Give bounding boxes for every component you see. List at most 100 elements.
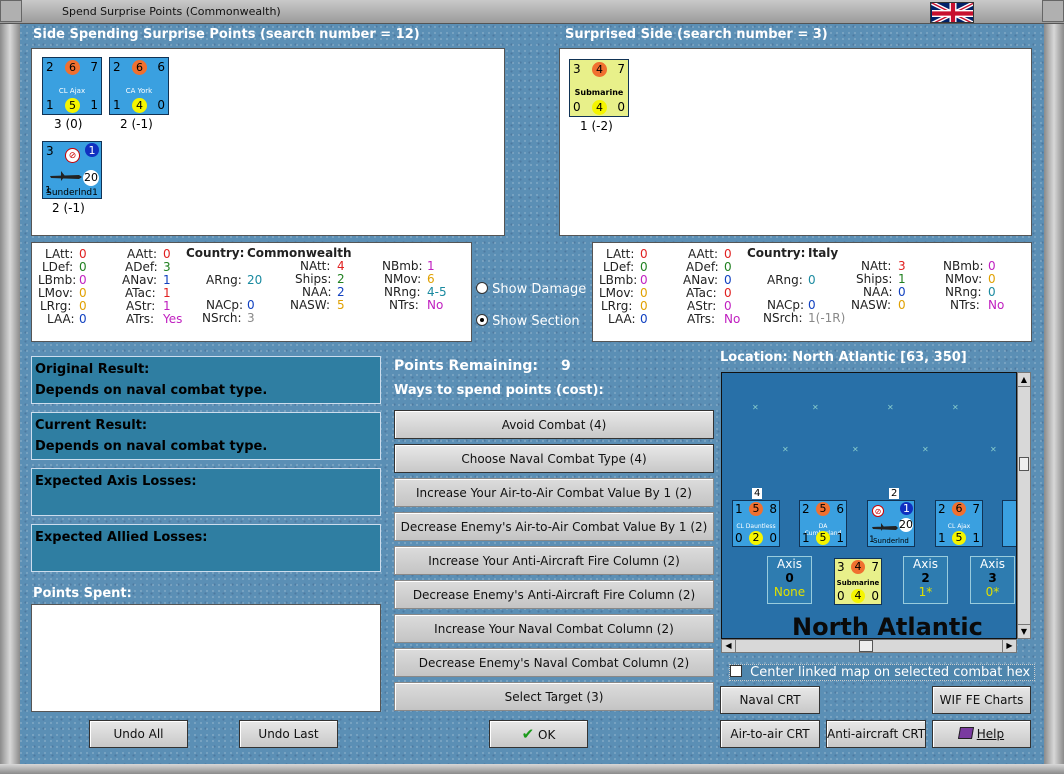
unit-stat: 1 [972,531,980,545]
unit-counter[interactable]: 3 ⊘ 1 20 Sunderlnd1 1 [42,141,102,199]
undo-all-button[interactable]: Undo All [89,720,188,748]
scroll-thumb[interactable] [1019,457,1029,471]
unit-stat: 7 [617,62,625,76]
map-unit-counter[interactable]: ⊘ 1 20 Sunderlnd 1 [867,500,915,547]
map-horizontal-scrollbar[interactable]: ◀ ▶ [721,639,1017,653]
axis-combat-box[interactable]: Axis 2 1* [903,556,948,604]
unit-name: Sunderlnd [873,537,909,545]
show-section-radio[interactable]: Show Section [476,314,580,329]
stat-label: LAtt: [45,247,74,261]
decrease-enemy-air-to-air-button[interactable]: Decrease Enemy's Air-to-Air Combat Value… [394,512,714,541]
stat-label: AAtt: [127,247,157,261]
center-map-checkbox[interactable]: Center linked map on selected combat hex [729,664,1036,681]
unit-name: Submarine [836,579,880,587]
spending-units-box[interactable]: 2 6 7 CL Ajax 1 5 1 3 (0) 2 6 6 CA York … [31,48,505,236]
undo-last-button[interactable]: Undo Last [239,720,338,748]
unit-count: 1 (-2) [580,119,613,133]
sea-area-name: North Atlantic [792,613,983,639]
country-label: Country: [186,246,245,260]
unit-stat: 1 [869,535,875,545]
anti-aircraft-crt-button[interactable]: Anti-aircraft CRT [826,720,926,748]
help-button[interactable]: Help [932,720,1031,748]
naval-crt-button[interactable]: Naval CRT [720,686,820,714]
country-name: Italy [808,246,839,260]
stat-value: 0 [988,259,996,273]
surprised-stats-panel: LAtt: 0 AAtt: 0 Country: Italy NAtt: 3 NBmb:… [592,242,1032,342]
stat-value: 0 [247,298,255,312]
stat-value: 0 [724,247,732,261]
unit-name: CL Dauntless [736,523,776,530]
unit-counter[interactable]: 3 4 7 Submarine 0 4 0 [569,59,629,117]
map-unit-counter[interactable]: 1 5 8 CL Dauntless 0 2 0 [732,500,780,547]
stat-label: ARng: [206,273,242,287]
stat-value: 3 [163,260,171,274]
map-unit-counter-partial[interactable] [1002,500,1016,547]
unit-stat-circle: 4 [592,100,607,115]
points-spent-box[interactable] [31,604,381,712]
box-value: None [773,585,806,599]
box-number: 3 [988,571,997,585]
unit-counter[interactable]: 2 6 7 CL Ajax 1 5 1 [42,57,102,115]
axis-combat-box[interactable]: Axis 0 None [767,556,812,604]
stat-label: ADef: [686,260,719,274]
wind-marker: ✕ [887,403,894,412]
increase-air-to-air-button[interactable]: Increase Your Air-to-Air Combat Value By… [394,478,714,507]
stat-label: NBmb: [382,259,423,273]
uk-flag-icon [930,2,974,23]
ok-button[interactable]: ✔ OK [489,720,588,748]
map-unit-counter[interactable]: 2 5 6 DA Cumberland 1 5 1 [799,500,847,547]
stat-value: 0 [640,260,648,274]
unit-counter[interactable]: 2 6 6 CA York 1 4 0 [109,57,169,115]
scroll-thumb[interactable] [859,640,873,652]
unit-stat: 2 [46,60,54,74]
stat-label: LAA: [608,312,636,326]
stat-value: 20 [247,273,263,287]
increase-anti-aircraft-button[interactable]: Increase Your Anti-Aircraft Fire Column … [394,546,714,575]
stat-value: 0 [640,273,648,287]
unit-name: Submarine [574,88,624,97]
location-label: Location: North Atlantic [63, 350] [720,350,967,365]
wif-fe-charts-button[interactable]: WIF FE Charts [932,686,1031,714]
air-to-air-crt-button[interactable]: Air-to-air CRT [720,720,820,748]
scroll-left-icon[interactable]: ◀ [722,640,736,652]
corner-tl [0,0,22,22]
avoid-combat-button[interactable]: Avoid Combat (4) [394,410,714,439]
stat-label: NASW: [851,298,892,312]
stat-label: Ships: [295,272,332,286]
stat-label: LDef: [42,260,74,274]
axis-combat-box[interactable]: Axis 3 0* [970,556,1015,604]
stat-value: 0 [79,247,87,261]
decrease-enemy-naval-combat-button[interactable]: Decrease Enemy's Naval Combat Column (2) [394,648,714,677]
frame-right [1044,24,1064,774]
unit-stat: 6 [836,502,844,516]
choose-naval-combat-type-button[interactable]: Choose Naval Combat Type (4) [394,444,714,473]
map-vertical-scrollbar[interactable]: ▲ ▼ [1017,372,1031,639]
decrease-enemy-anti-aircraft-button[interactable]: Decrease Enemy's Anti-Aircraft Fire Colu… [394,580,714,609]
map-unit-counter[interactable]: 2 6 7 CL Ajax 1 5 1 [935,500,983,547]
scroll-down-icon[interactable]: ▼ [1018,624,1030,638]
combat-map[interactable]: ✕ ✕ ✕ ✕ ✕ ✕ ✕ ✕ 4 1 5 8 CL Dauntless 0 2… [721,372,1017,639]
unit-stat-circle: 5 [816,502,830,516]
stat-value: 1 [898,272,906,286]
unit-stat: 8 [769,502,777,516]
stat-label: LAtt: [606,247,635,261]
scroll-right-icon[interactable]: ▶ [1002,640,1016,652]
stat-value: 0 [724,260,732,274]
enemy-unit-counter[interactable]: 3 4 7 Submarine 0 4 0 [834,558,882,605]
stat-label: AStr: [687,299,717,313]
stat-value: No [427,298,444,312]
scroll-up-icon[interactable]: ▲ [1018,373,1030,387]
box-side: Axis [980,557,1005,571]
surprised-units-box[interactable]: 3 4 7 Submarine 0 4 0 1 (-2) [559,48,1032,236]
stat-value: 0 [988,285,996,299]
stat-value: 0 [79,312,87,326]
select-target-button[interactable]: Select Target (3) [394,682,714,711]
unit-name: Sunderlnd1 [46,188,98,198]
center-map-label: Center linked map on selected combat hex [750,665,1031,680]
stat-value: 1(-1R) [808,311,846,325]
show-damage-radio[interactable]: Show Damage [476,282,586,297]
increase-naval-combat-button[interactable]: Increase Your Naval Combat Column (2) [394,614,714,643]
stat-label: ANav: [683,273,719,287]
stat-label: LMov: [38,286,73,300]
stat-value: 0 [163,247,171,261]
